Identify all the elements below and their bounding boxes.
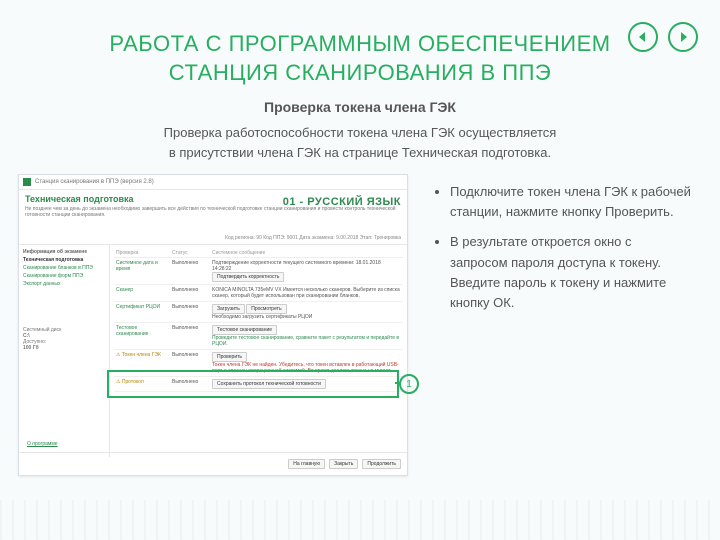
sidebar-item[interactable]: Сканирование форм ППЭ bbox=[23, 273, 105, 279]
intro-line2: в присутствии члена ГЭК на странице Техн… bbox=[60, 143, 660, 163]
app-icon bbox=[23, 178, 31, 186]
table-row: Тестовое сканирование Выполнено Тестовое… bbox=[114, 323, 403, 350]
home-button[interactable]: На главную bbox=[288, 459, 325, 469]
continue-button[interactable]: Продолжить bbox=[362, 459, 401, 469]
slide-subtitle: Проверка токена члена ГЭК bbox=[0, 89, 720, 123]
close-button[interactable]: Закрыть bbox=[329, 459, 358, 469]
title-line2: СТАНЦИЯ СКАНИРОВАНИЯ В ППЭ bbox=[40, 59, 680, 88]
exam-meta: Код региона: 90 Код ППЭ: 9001 Дата экзам… bbox=[225, 235, 401, 241]
table-row: ⚠ Протокол Выполнено Сохранить протокол … bbox=[114, 377, 403, 392]
sidebar-item[interactable]: Сканирование бланков в ППЭ bbox=[23, 265, 105, 271]
sidebar: Информация об экзамене Техническая подго… bbox=[19, 245, 110, 457]
next-slide-button[interactable] bbox=[668, 22, 698, 52]
table-row: Системное дата и время Выполнено Подтвер… bbox=[114, 258, 403, 285]
slide-nav bbox=[628, 22, 698, 52]
background-decoration bbox=[0, 500, 720, 540]
table-row-token: ⚠ Токен члена ГЭК Выполнено ПроверитьТок… bbox=[114, 350, 403, 377]
intro-line1: Проверка работоспособности токена члена … bbox=[60, 123, 660, 143]
save-protocol-button[interactable]: Сохранить протокол технической готовност… bbox=[212, 379, 326, 389]
test-scan-button[interactable]: Тестовое сканирование bbox=[212, 325, 277, 335]
col-status: Статус bbox=[170, 249, 210, 258]
view-cert-button[interactable]: Просмотреть bbox=[246, 304, 286, 314]
prev-slide-button[interactable] bbox=[628, 22, 658, 52]
checks-panel: Проверка Статус Системное сообщение Сист… bbox=[110, 245, 407, 457]
load-cert-button[interactable]: Загрузить bbox=[212, 304, 245, 314]
col-check: Проверка bbox=[114, 249, 170, 258]
sidebar-item[interactable]: Экспорт данных bbox=[23, 281, 105, 287]
sidebar-item-active[interactable]: Техническая подготовка bbox=[23, 257, 105, 263]
window-title: Станция сканирования в ППЭ (версия 2.8) bbox=[35, 179, 154, 185]
slide-title: РАБОТА С ПРОГРАММНЫМ ОБЕСПЕЧЕНИЕМ СТАНЦИ… bbox=[0, 0, 720, 89]
about-link[interactable]: О программе bbox=[27, 441, 58, 447]
table-row: Сертификат РЦОИ Выполнено Загрузить Прос… bbox=[114, 302, 403, 323]
callout-number: 1 bbox=[399, 374, 419, 394]
footer-bar: На главную Закрыть Продолжить bbox=[19, 452, 407, 475]
app-screenshot: Станция сканирования в ППЭ (версия 2.8) … bbox=[18, 174, 408, 476]
instruction-step: В результате откроется окно с запросом п… bbox=[450, 232, 692, 313]
instruction-step: Подключите токен члена ГЭК к рабочей ста… bbox=[450, 182, 692, 222]
checks-table: Проверка Статус Системное сообщение Сист… bbox=[114, 249, 403, 392]
col-message: Системное сообщение bbox=[210, 249, 403, 258]
subject-label: 01 - РУССКИЙ ЯЗЫК bbox=[283, 196, 401, 208]
instructions: Подключите токен члена ГЭК к рабочей ста… bbox=[420, 174, 702, 476]
slide-intro: Проверка работоспособности токена члена … bbox=[0, 123, 720, 174]
disk-available-value: 100 Гб bbox=[23, 345, 105, 351]
check-token-button[interactable]: Проверить bbox=[212, 352, 247, 362]
title-line1: РАБОТА С ПРОГРАММНЫМ ОБЕСПЕЧЕНИЕМ bbox=[40, 30, 680, 59]
sidebar-section-1: Информация об экзамене bbox=[23, 249, 105, 255]
window-titlebar: Станция сканирования в ППЭ (версия 2.8) bbox=[19, 175, 407, 190]
confirm-time-button[interactable]: Подтвердить корректность bbox=[212, 272, 284, 282]
table-row: Сканер Выполнено KONICA MINOLTA 735eMV V… bbox=[114, 285, 403, 302]
